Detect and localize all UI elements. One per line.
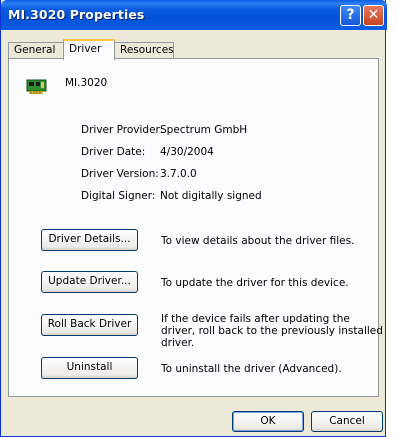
signer-value: Not digitally signed bbox=[160, 190, 262, 202]
cancel-button[interactable]: Cancel bbox=[311, 411, 383, 432]
uninstall-description: To uninstall the driver (Advanced). bbox=[161, 363, 342, 375]
close-button[interactable]: ✕ bbox=[363, 5, 384, 26]
pci-card-icon bbox=[26, 78, 48, 96]
tab-driver[interactable]: Driver bbox=[63, 39, 115, 60]
tab-general[interactable]: General bbox=[8, 42, 64, 59]
provider-value: Spectrum GmbH bbox=[160, 124, 248, 136]
roll-back-driver-button[interactable]: Roll Back Driver bbox=[41, 314, 138, 336]
properties-dialog: MI.3020 Properties ? ✕ General Driver Re… bbox=[0, 0, 387, 437]
update-driver-button[interactable]: Update Driver... bbox=[41, 271, 138, 293]
provider-label: Driver Provider: bbox=[81, 124, 164, 136]
roll-back-driver-description: If the device fails after updating the d… bbox=[161, 313, 383, 349]
signer-label: Digital Signer: bbox=[81, 190, 156, 202]
date-value: 4/30/2004 bbox=[160, 146, 214, 158]
window-title: MI.3020 Properties bbox=[8, 7, 145, 22]
tab-resources[interactable]: Resources bbox=[114, 42, 174, 59]
help-button[interactable]: ? bbox=[340, 5, 361, 26]
uninstall-button[interactable]: Uninstall bbox=[41, 357, 138, 379]
driver-details-button[interactable]: Driver Details... bbox=[41, 229, 138, 251]
device-name: MI.3020 bbox=[65, 77, 108, 89]
ok-button[interactable]: OK bbox=[232, 411, 304, 432]
update-driver-description: To update the driver for this device. bbox=[161, 277, 349, 289]
title-bar[interactable]: MI.3020 Properties ? ✕ bbox=[1, 0, 387, 30]
version-label: Driver Version: bbox=[81, 168, 159, 180]
driver-details-description: To view details about the driver files. bbox=[161, 235, 355, 247]
date-label: Driver Date: bbox=[81, 146, 146, 158]
version-value: 3.7.0.0 bbox=[160, 168, 197, 180]
